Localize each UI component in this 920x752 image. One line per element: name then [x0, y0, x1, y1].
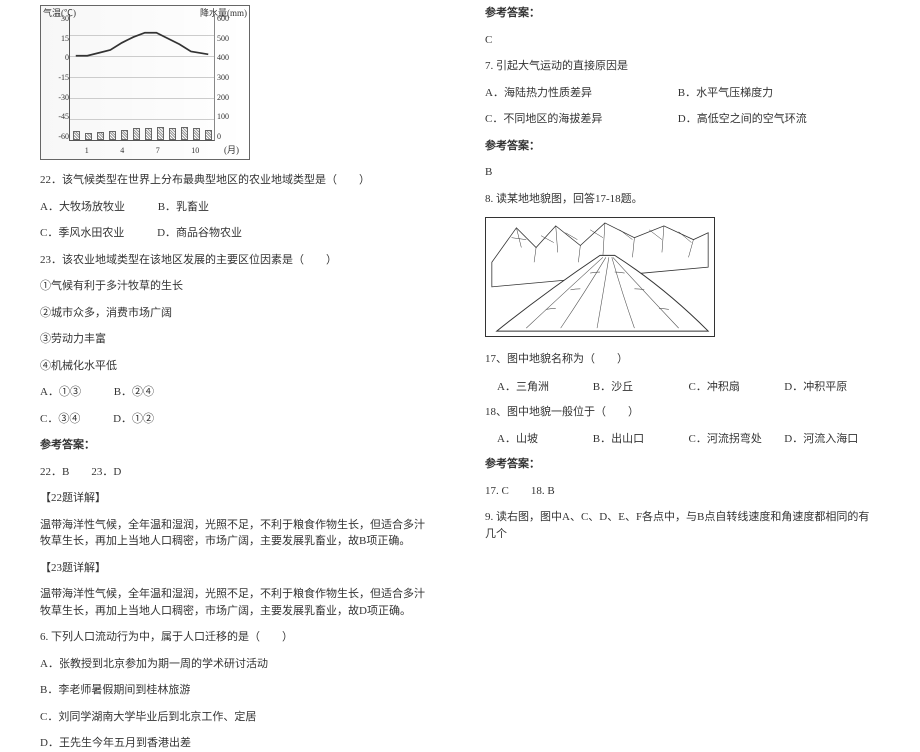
question-9: 9. 读右图，图中A、C、D、E、F各点中，与B点自转线速度和角速度都相同的有几…: [485, 509, 880, 542]
q22-options-row2: C．季风水田农业 D．商品谷物农业: [40, 225, 435, 242]
answer-22-23: 22．B 23．D: [40, 464, 435, 481]
question-23: 23．该农业地域类型在该地区发展的主要区位因素是（ ）: [40, 252, 435, 269]
landform-figure: [485, 217, 715, 337]
question-8: 8. 读某地地貌图，回答17-18题。: [485, 191, 880, 208]
question-17: 17、图中地貌名称为（ ）: [485, 351, 880, 368]
q23-option-c: C．③④: [40, 411, 80, 428]
q23-stem-1: ①气候有利于多汁牧草的生长: [40, 278, 435, 295]
explain-22-heading: 【22题详解】: [40, 490, 435, 507]
q17-options: A．三角洲 B．沙丘 C．冲积扇 D．冲积平原: [485, 378, 880, 394]
answer-label-3: 参考答案：: [485, 138, 880, 155]
q7-option-a: A．海陆热力性质差异: [485, 85, 645, 102]
question-7: 7. 引起大气运动的直接原因是: [485, 58, 880, 75]
month-axis-label: (月): [224, 143, 239, 156]
climate-chart: 气温(℃) 30 15 0 -15 -30 -45 -60 降水量(mm) 60…: [40, 5, 250, 160]
alluvial-fan-icon: [486, 218, 714, 336]
question-18: 18、图中地貌一般位于（ ）: [485, 404, 880, 421]
q23-stem-3: ③劳动力丰富: [40, 331, 435, 348]
month-axis-ticks: 1 4 7 10: [69, 146, 215, 155]
answer-17-18: 17. C 18. B: [485, 483, 880, 500]
explain-23-text: 温带海洋性气候，全年温和湿润，光照不足，不利于粮食作物生长，但适合多汁牧草生长，…: [40, 586, 435, 619]
chart-plot-area: [69, 14, 215, 141]
answer-label-1: 参考答案：: [40, 437, 435, 454]
temp-line: [70, 14, 214, 158]
q6-option-b: B．李老师暑假期间到桂林旅游: [40, 682, 435, 699]
q23-options-row1: A．①③ B．②④: [40, 384, 435, 401]
q7-options-row2: C．不同地区的海拔差异 D．高低空之间的空气环流: [485, 111, 880, 128]
q23-options-row2: C．③④ D．①②: [40, 411, 435, 428]
answer-7: B: [485, 164, 880, 181]
q18-option-d: D．河流入海口: [784, 430, 880, 446]
answer-6: C: [485, 32, 880, 49]
q22-option-d: D．商品谷物农业: [157, 225, 242, 242]
right-column: 参考答案： C 7. 引起大气运动的直接原因是 A．海陆热力性质差异 B．水平气…: [460, 5, 890, 646]
q23-stem-2: ②城市众多，消费市场广阔: [40, 305, 435, 322]
q18-options: A．山坡 B．出山口 C．河流拐弯处 D．河流入海口: [485, 430, 880, 446]
q23-option-b: B．②④: [114, 384, 154, 401]
q17-option-d: D．冲积平原: [784, 378, 880, 394]
explain-23-heading: 【23题详解】: [40, 560, 435, 577]
q22-options-row1: A．大牧场放牧业 B．乳畜业: [40, 199, 435, 216]
q23-option-d: D．①②: [113, 411, 154, 428]
q17-option-a: A．三角洲: [485, 378, 593, 394]
q18-option-a: A．山坡: [485, 430, 593, 446]
q18-option-c: C．河流拐弯处: [689, 430, 785, 446]
q17-option-b: B．沙丘: [593, 378, 689, 394]
q23-option-a: A．①③: [40, 384, 81, 401]
q22-option-b: B．乳畜业: [158, 199, 209, 216]
q6-option-d: D．王先生今年五月到香港出差: [40, 735, 435, 752]
q23-stem-4: ④机械化水平低: [40, 358, 435, 375]
precip-axis-ticks: 600 500 400 300 200 100 0: [217, 14, 237, 141]
q18-option-b: B．出山口: [593, 430, 689, 446]
answer-label-2: 参考答案：: [485, 5, 880, 22]
temp-axis-ticks: 30 15 0 -15 -30 -45 -60: [51, 14, 69, 141]
answer-label-4: 参考答案：: [485, 456, 880, 473]
question-22: 22．该气候类型在世界上分布最典型地区的农业地域类型是（ ）: [40, 172, 435, 189]
q6-option-c: C．刘同学湖南大学毕业后到北京工作、定居: [40, 709, 435, 726]
q7-options-row1: A．海陆热力性质差异 B．水平气压梯度力: [485, 85, 880, 102]
q7-option-d: D．高低空之间的空气环流: [678, 111, 807, 128]
q22-option-c: C．季风水田农业: [40, 225, 124, 242]
q22-option-a: A．大牧场放牧业: [40, 199, 125, 216]
question-6: 6. 下列人口流动行为中，属于人口迁移的是（ ）: [40, 629, 435, 646]
left-column: 气温(℃) 30 15 0 -15 -30 -45 -60 降水量(mm) 60…: [30, 5, 460, 646]
q7-option-c: C．不同地区的海拔差异: [485, 111, 645, 128]
q6-option-a: A．张教授到北京参加为期一周的学术研讨活动: [40, 656, 435, 673]
q7-option-b: B．水平气压梯度力: [678, 85, 773, 102]
q17-option-c: C．冲积扇: [689, 378, 785, 394]
explain-22-text: 温带海洋性气候，全年温和湿润，光照不足，不利于粮食作物生长，但适合多汁牧草生长，…: [40, 517, 435, 550]
